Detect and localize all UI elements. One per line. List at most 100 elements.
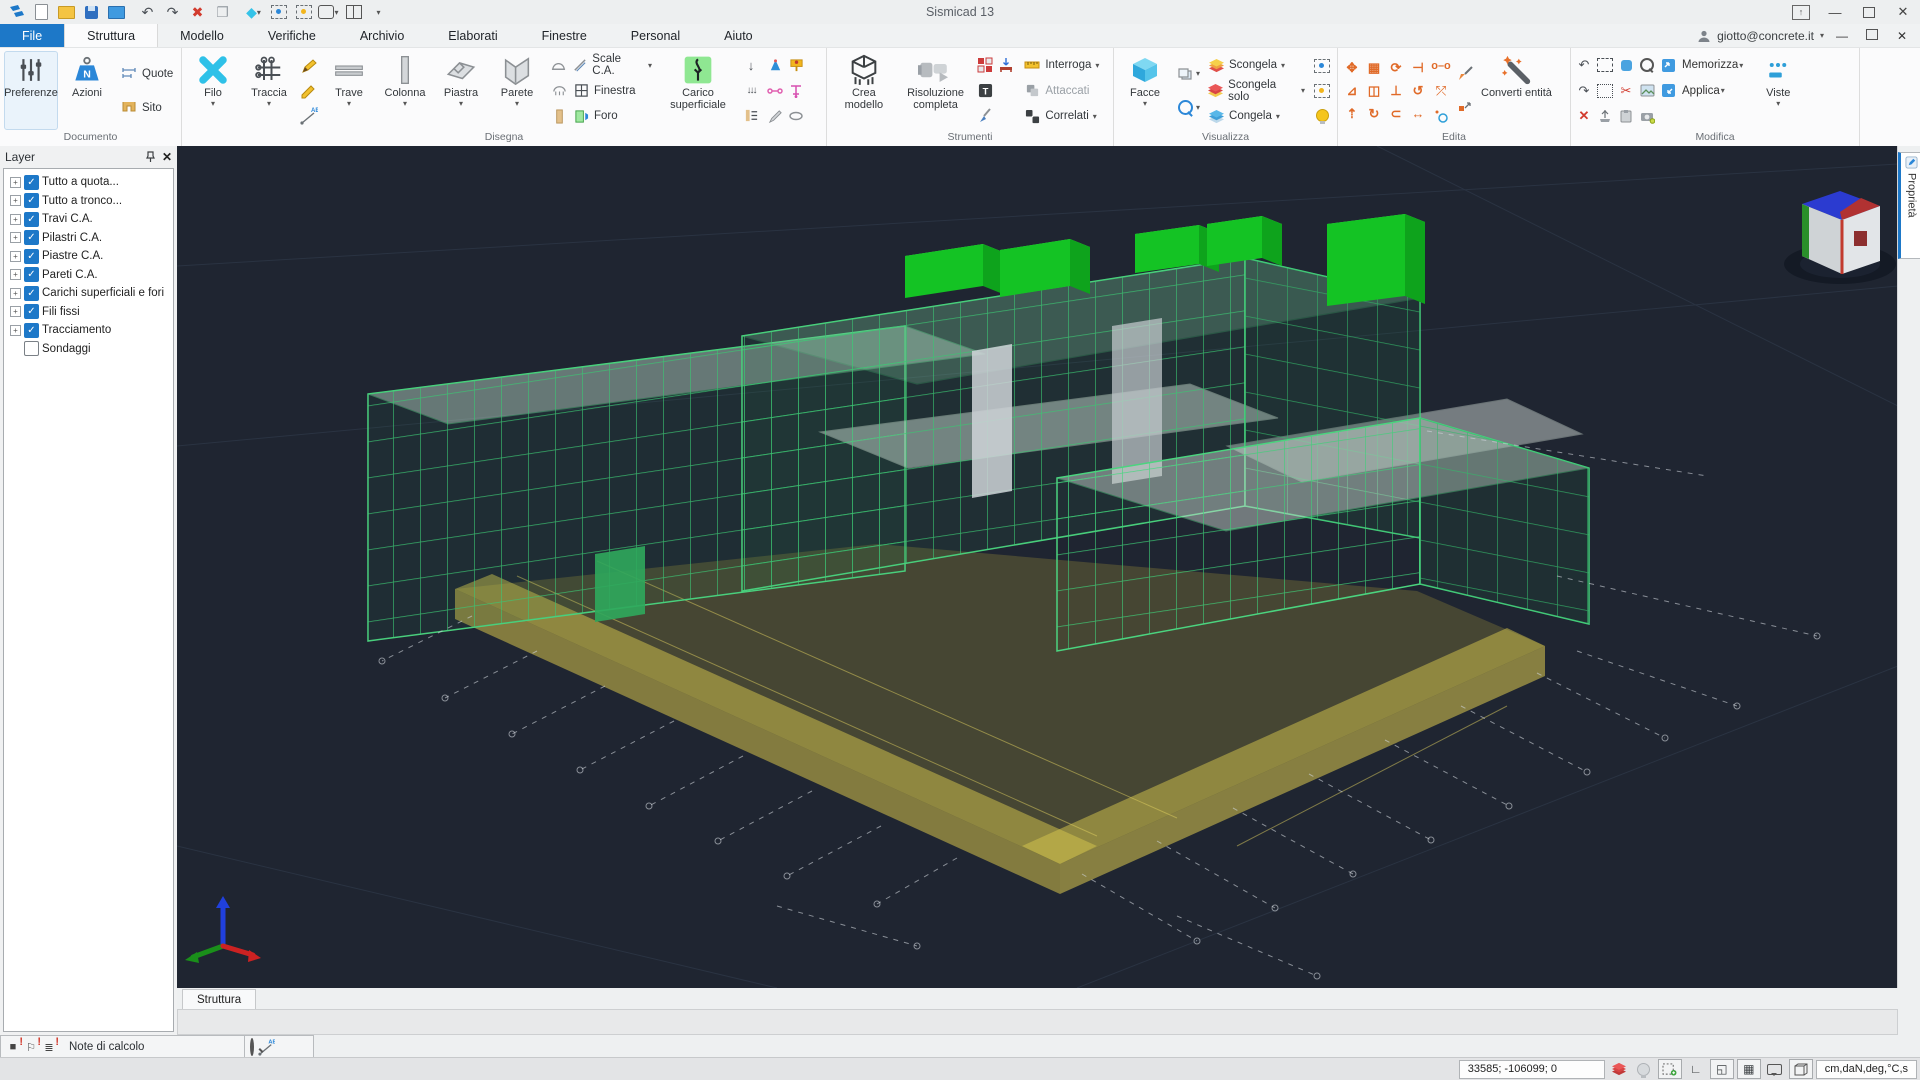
- layer-tree-item[interactable]: + Fili fissi: [6, 303, 173, 322]
- text-tool-icon[interactable]: T: [975, 80, 995, 101]
- properties-tab[interactable]: Proprietà: [1898, 152, 1920, 259]
- join-nodes-icon[interactable]: o–o: [1431, 55, 1451, 76]
- memorizza-label[interactable]: Memorizza: [1682, 59, 1738, 71]
- layer-tree-item[interactable]: + Pareti C.A.: [6, 266, 173, 285]
- window-style-button[interactable]: ▾: [317, 2, 340, 22]
- paste-button[interactable]: ❐: [211, 2, 234, 22]
- ortho-toggle[interactable]: ∟: [1685, 1060, 1707, 1078]
- layer-checkbox[interactable]: [24, 267, 39, 282]
- redo-edit-icon[interactable]: ↷: [1574, 80, 1594, 101]
- mirror-icon[interactable]: ◫: [1363, 79, 1385, 102]
- spring-constraint-icon[interactable]: [786, 80, 806, 101]
- layer-checkbox[interactable]: [24, 230, 39, 245]
- pile-support-icon[interactable]: [786, 55, 806, 76]
- snap-diamond-button[interactable]: ◆▾: [242, 2, 265, 22]
- quote-button[interactable]: Quote: [117, 62, 176, 85]
- link-constraint-icon[interactable]: [765, 80, 785, 101]
- align-icon[interactable]: ⇡: [1341, 102, 1363, 125]
- model-viewport[interactable]: [177, 146, 1898, 988]
- view-box-icon[interactable]: [1175, 63, 1195, 84]
- expand-icon[interactable]: +: [10, 177, 21, 188]
- delete-entity-icon[interactable]: ✕: [1574, 106, 1594, 127]
- layer-tree-item[interactable]: + Carichi superficiali e fori: [6, 284, 173, 303]
- sketch-pencil-icon[interactable]: [299, 55, 319, 76]
- zoom-lens-icon[interactable]: [1175, 97, 1195, 118]
- doc-minimize-button[interactable]: —: [1830, 29, 1854, 43]
- edit-pencil-icon[interactable]: [299, 80, 319, 101]
- tab-personal[interactable]: Personal: [609, 24, 702, 47]
- tile-columns-button[interactable]: [342, 2, 365, 22]
- image-icon[interactable]: [1637, 80, 1657, 101]
- attaccati-button[interactable]: Attaccati: [1020, 79, 1108, 102]
- load-list-icon[interactable]: [741, 105, 761, 126]
- trim-icon[interactable]: ⊣: [1407, 56, 1429, 79]
- measure-ab-icon[interactable]: AB: [258, 1039, 275, 1056]
- doc-close-button[interactable]: ✕: [1890, 29, 1914, 43]
- scale-ca-button[interactable]: Scale C.A. ▾: [547, 54, 655, 77]
- layer-checkbox[interactable]: [24, 286, 39, 301]
- pen-icon[interactable]: [765, 106, 785, 127]
- pin-icon[interactable]: [145, 151, 156, 163]
- expand-icon[interactable]: +: [10, 269, 21, 280]
- scongela-button[interactable]: Scongela ▾: [1204, 54, 1308, 77]
- select-yellow-button[interactable]: [292, 2, 315, 22]
- cleanup-brush-icon[interactable]: [975, 106, 995, 127]
- expand-icon[interactable]: +: [10, 306, 21, 317]
- layer-tree-item[interactable]: + Piastre C.A.: [6, 247, 173, 266]
- preferenze-button[interactable]: Preferenze: [4, 51, 58, 130]
- fixed-support-icon[interactable]: [765, 55, 785, 76]
- layer-checkbox[interactable]: [24, 341, 39, 356]
- interroga-button[interactable]: Interroga ▾: [1020, 54, 1108, 77]
- expand-icon[interactable]: +: [10, 195, 21, 206]
- tab-archivio[interactable]: Archivio: [338, 24, 426, 47]
- mesh-check-icon[interactable]: [975, 55, 995, 76]
- tab-struttura[interactable]: Struttura: [64, 24, 158, 47]
- tab-aiuto[interactable]: Aiuto: [702, 24, 775, 47]
- isolate-selection-yellow-icon[interactable]: [1312, 80, 1332, 101]
- parete-button[interactable]: Parete ▾: [490, 51, 544, 130]
- restore-button[interactable]: [1852, 0, 1886, 24]
- undo-button[interactable]: ↶: [136, 2, 159, 22]
- minimize-button[interactable]: —: [1818, 0, 1852, 24]
- correlati-button[interactable]: Correlati ▾: [1020, 105, 1108, 128]
- crea-modello-button[interactable]: Crea modello: [831, 51, 897, 130]
- clipboard-icon[interactable]: [1616, 106, 1636, 127]
- scongela-solo-button[interactable]: Scongela solo ▾: [1204, 79, 1308, 102]
- apply-view-icon[interactable]: [1658, 80, 1678, 101]
- delete-button[interactable]: ✖: [186, 2, 209, 22]
- doc-restore-button[interactable]: [1860, 29, 1884, 43]
- facce-button[interactable]: Facce ▾: [1118, 51, 1172, 130]
- tab-modello[interactable]: Modello: [158, 24, 246, 47]
- grid-toggle[interactable]: ▦: [1737, 1059, 1761, 1079]
- layer-tree-item[interactable]: + Sondaggi: [6, 340, 173, 359]
- node-circle-icon[interactable]: [1431, 105, 1451, 126]
- traccia-button[interactable]: Traccia ▾: [242, 51, 296, 130]
- stretch-icon[interactable]: ⊥: [1385, 79, 1407, 102]
- select-blue-button[interactable]: [267, 2, 290, 22]
- search-lens-icon[interactable]: [250, 1040, 254, 1054]
- qat-more-button[interactable]: ▾: [367, 2, 390, 22]
- close-button[interactable]: ✕: [1886, 0, 1920, 24]
- applica-label[interactable]: Applica: [1682, 85, 1720, 97]
- expand-icon[interactable]: +: [10, 232, 21, 243]
- dynamic-ucs-toggle[interactable]: [1789, 1059, 1813, 1079]
- tooltip-toggle[interactable]: [1764, 1060, 1786, 1078]
- layer-checkbox[interactable]: [24, 249, 39, 264]
- expand-icon[interactable]: +: [10, 325, 21, 336]
- sito-button[interactable]: Sito: [117, 96, 176, 119]
- polyline-edit-icon[interactable]: ⤱: [1431, 80, 1451, 101]
- corner-lock-icon[interactable]: ⊿: [1341, 79, 1363, 102]
- load-press-icon[interactable]: [996, 55, 1016, 76]
- layer-checkbox[interactable]: [24, 175, 39, 190]
- trave-button[interactable]: Trave ▾: [322, 51, 376, 130]
- expand-icon[interactable]: +: [10, 288, 21, 299]
- annotate-measure-icon[interactable]: AB: [299, 105, 319, 126]
- rotate-arc-icon[interactable]: ↺: [1407, 79, 1429, 102]
- redo-button[interactable]: ↷: [161, 2, 184, 22]
- layer-checkbox[interactable]: [24, 212, 39, 227]
- layer-tree-item[interactable]: + Tutto a quota...: [6, 173, 173, 192]
- corner-snap-toggle[interactable]: ◱: [1710, 1059, 1734, 1079]
- line-load-icon[interactable]: ↓↓↓: [741, 80, 761, 101]
- snapshot-icon[interactable]: [1637, 106, 1657, 127]
- tab-verifiche[interactable]: Verifiche: [246, 24, 338, 47]
